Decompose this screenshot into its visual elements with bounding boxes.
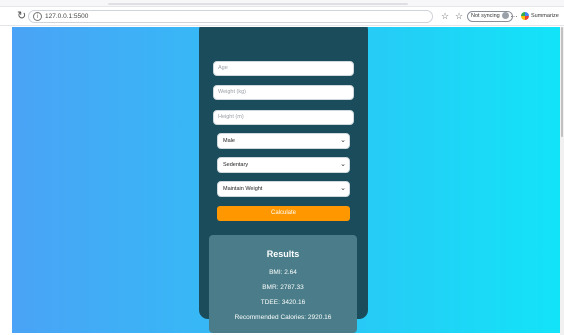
height-input[interactable]: Height (m) — [213, 110, 354, 125]
tab-divider — [108, 3, 408, 5]
chevron-down-icon: ⌄ — [340, 137, 346, 144]
reload-icon[interactable]: ↻ — [17, 10, 26, 22]
bmr-result: BMR: 2787.33 — [262, 284, 304, 291]
bookmark-star-icon[interactable]: ☆ — [455, 11, 463, 21]
activity-select-value: Sedentary — [223, 162, 249, 168]
sync-status-label: Not syncing — [471, 13, 500, 19]
calculator-card: Age Weight (kg) Height (m) Male ⌄ Sedent… — [199, 27, 368, 333]
age-input[interactable]: Age — [213, 61, 354, 76]
profile-avatar-icon — [501, 12, 509, 20]
goal-select[interactable]: Maintain Weight ⌄ — [217, 181, 350, 197]
chevron-down-icon: ⌄ — [340, 185, 346, 192]
page-scrollbar[interactable] — [560, 27, 564, 335]
extensions-icon[interactable]: ☆ — [441, 11, 449, 21]
page-viewport: Age Weight (kg) Height (m) Male ⌄ Sedent… — [12, 27, 563, 333]
gemini-logo-icon — [521, 11, 529, 20]
address-bar[interactable]: i 127.0.0.1:5500 — [28, 10, 433, 23]
activity-select[interactable]: Sedentary ⌄ — [217, 157, 350, 173]
gender-select-value: Male — [223, 138, 235, 144]
chevron-down-icon: ⌄ — [340, 161, 346, 168]
site-info-icon[interactable]: i — [33, 12, 42, 21]
browser-toolbar: ↻ i 127.0.0.1:5500 ☆ ☆ Not syncing … Sum… — [0, 7, 564, 26]
calculate-button[interactable]: Calculate — [217, 206, 350, 221]
scrollbar-thumb[interactable] — [561, 27, 563, 137]
more-menu-icon[interactable]: … — [510, 10, 518, 20]
tab-strip — [0, 0, 564, 7]
bmi-result: BMI: 2.64 — [269, 269, 297, 276]
weight-input[interactable]: Weight (kg) — [213, 85, 354, 100]
results-panel: Results BMI: 2.64 BMR: 2787.33 TDEE: 342… — [209, 235, 357, 333]
summarize-button[interactable]: Summarize — [521, 11, 559, 21]
goal-select-value: Maintain Weight — [223, 186, 263, 192]
recommended-calories-result: Recommended Calories: 2920.16 — [234, 314, 332, 321]
results-title: Results — [266, 249, 300, 259]
page-left-gutter — [0, 27, 12, 335]
gender-select[interactable]: Male ⌄ — [217, 133, 350, 149]
sync-status-button[interactable]: Not syncing — [467, 11, 513, 22]
tdee-result: TDEE: 3420.16 — [260, 299, 306, 306]
url-text: 127.0.0.1:5500 — [45, 13, 89, 20]
summarize-label: Summarize — [531, 13, 559, 19]
